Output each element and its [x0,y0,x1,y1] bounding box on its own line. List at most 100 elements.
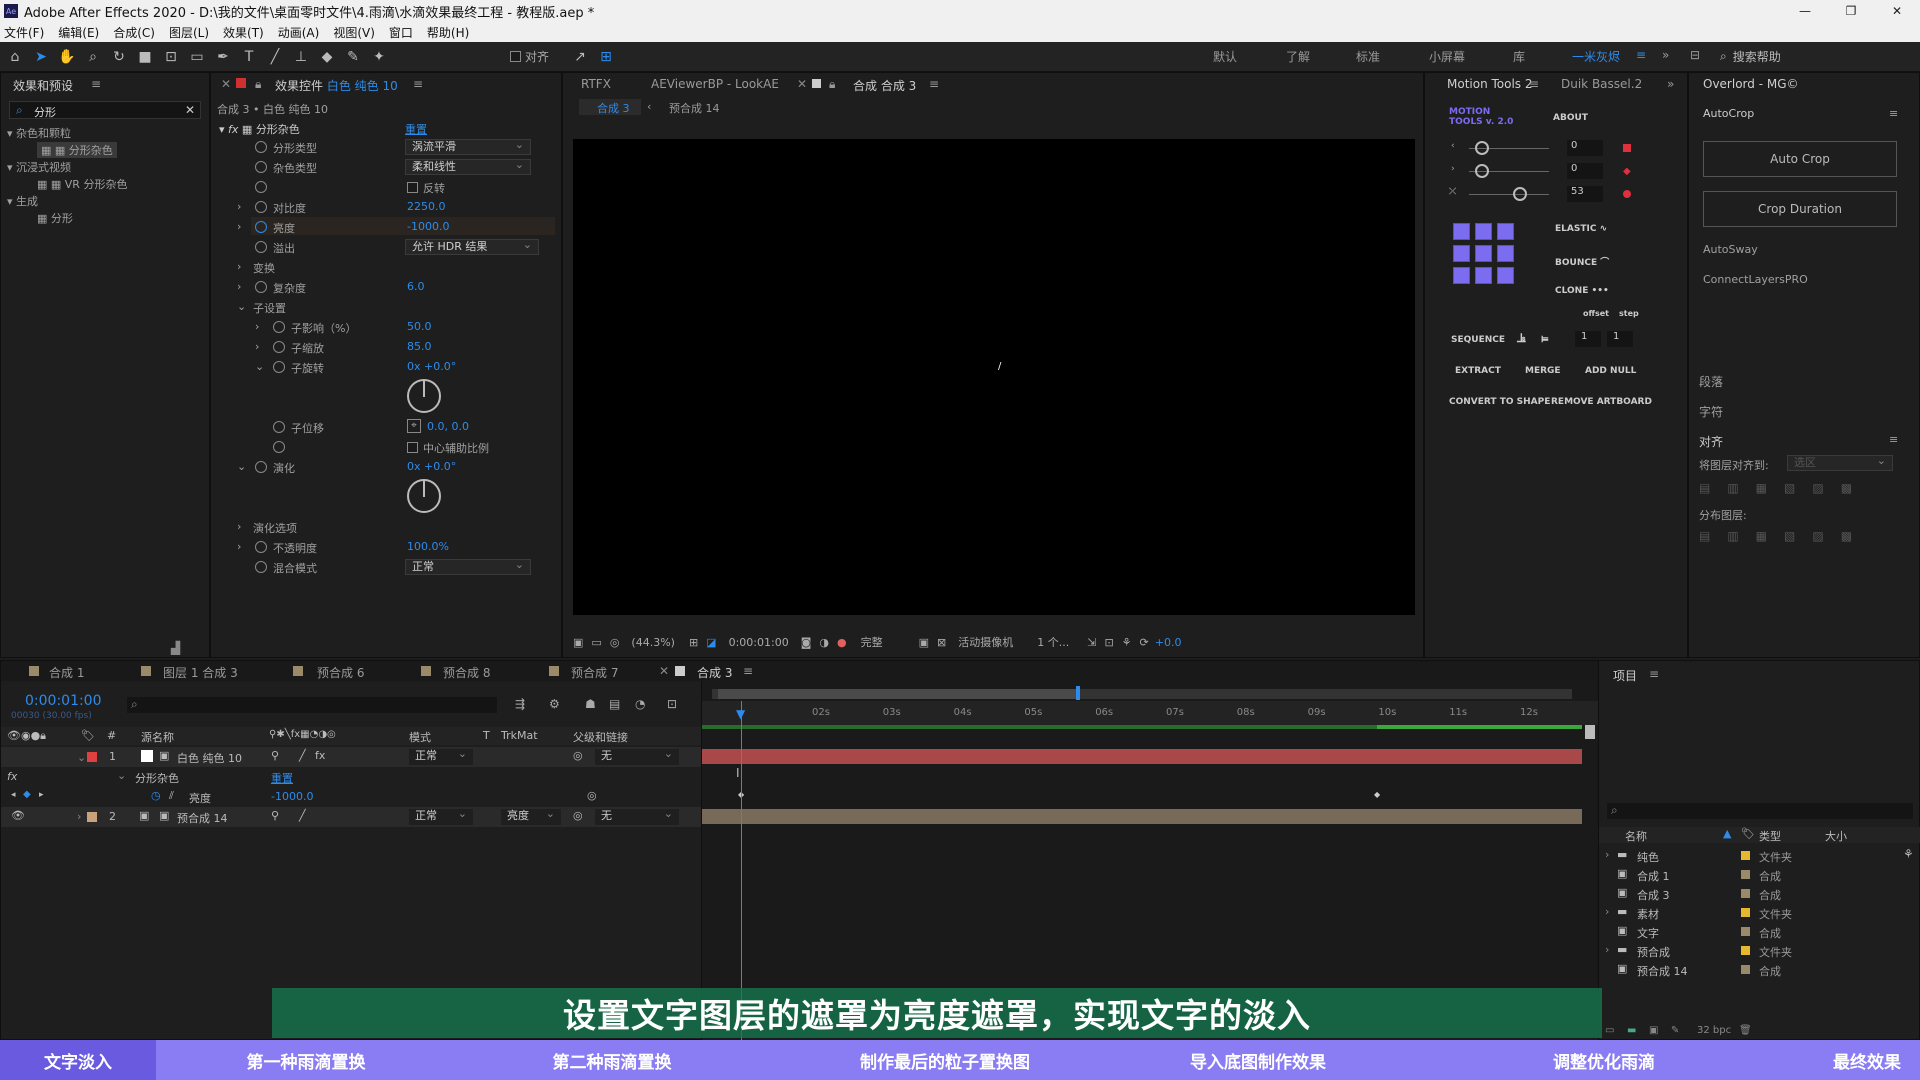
layer-row[interactable]: 👁︎ › 2 ▣ ▣ 预合成 14 ⚲ ╱ 正常 亮度 ◎ 无 [1,807,701,827]
fractal-type-dropdown[interactable]: 涡流平滑 [405,138,531,155]
workspace-standard[interactable]: 标准 [1356,48,1380,65]
tab-motion-tools[interactable]: Motion Tools 2 [1447,77,1533,91]
time-ruler[interactable]: 02s 03s 04s 05s 06s 07s 08s 09s 10s 11s 12s [702,701,1600,725]
comp-flowchart-icon[interactable]: ⚘ [1122,636,1132,649]
keyframe-diamond-icon[interactable]: ◆ [23,789,31,800]
stopwatch-active-icon[interactable]: ◷ [151,789,161,802]
sub-influence-value[interactable]: 50.0 [407,320,432,333]
layer-search-field[interactable]: ⌕ [127,697,497,713]
subtab-precomp14[interactable]: 预合成 14 [669,100,720,116]
stopwatch-icon[interactable] [255,181,267,193]
tree-category[interactable]: ▾ 杂色和颗粒 [7,125,71,141]
slider-handle[interactable] [1475,141,1489,155]
project-tab[interactable]: 项目 [1613,667,1637,684]
opacity-value[interactable]: 100.0% [407,540,449,553]
workspace-overflow-icon[interactable]: » [1662,48,1669,62]
tree-category[interactable]: ▾ 生成 [7,193,38,209]
align-checkbox[interactable] [510,51,521,62]
comp-mini-flowchart-icon[interactable]: ⇶ [515,697,525,711]
item-label-color[interactable] [1741,908,1750,917]
layer-name[interactable]: 白色 纯色 10 [177,750,242,766]
layer-row[interactable]: ⌄ 1 ▣ 白色 纯色 10 ⚲ ╱ fx 正常 ◎ 无 [1,747,701,767]
snap-icon[interactable]: ↗ [569,46,591,68]
rotate-tool-icon[interactable]: ↻ [108,46,130,68]
always-preview-icon[interactable]: ▣ [573,636,583,649]
quality-switch-icon[interactable]: ╱ [299,809,306,822]
draft-3d-icon[interactable]: ⚙ [549,697,560,711]
shy-icon[interactable]: ☗ [585,697,596,711]
workspace-custom[interactable]: 一米灰烬 [1572,48,1620,65]
expand-arrow-icon[interactable]: › [237,520,241,533]
project-search-field[interactable]: ⌕ [1607,803,1913,819]
project-item-row[interactable]: ▣ 合成 1 合成 [1599,866,1899,884]
maximize-button[interactable]: ❐ [1828,0,1874,22]
pickwhip-icon[interactable]: ◎ [573,749,583,762]
property-value[interactable]: -1000.0 [271,790,313,803]
tab-precomp6[interactable]: 预合成 6 [317,664,364,681]
pickwhip-icon[interactable]: ◎ [587,789,597,802]
menu-file[interactable]: 文件(F) [4,24,44,41]
project-folder-row[interactable]: › ▬ 预合成 文件夹 [1599,942,1899,960]
workspace-learn[interactable]: 了解 [1286,48,1310,65]
effect-name[interactable]: 分形杂色 [135,770,179,786]
sequence-align-right-icon[interactable]: ⫢ [1541,331,1548,346]
tab-duik[interactable]: Duik Bassel.2 [1561,77,1642,91]
frame-blending-icon[interactable]: ▤ [609,697,620,711]
motion-blur-icon[interactable]: ◔ [635,697,645,711]
lock-icon[interactable]: 🔒︎ [255,77,261,92]
stopwatch-icon[interactable] [255,201,267,213]
timeline-end-marker[interactable] [1585,725,1595,739]
reset-exposure-icon[interactable]: ⟳ [1140,636,1149,649]
collapse-arrow-icon[interactable]: ⌄ [77,751,86,764]
slider-value-input[interactable]: 53 [1567,186,1603,202]
trash-icon[interactable]: 🗑︎ [1739,1025,1752,1036]
tab-precomp7[interactable]: 预合成 7 [571,664,618,681]
shy-switch-icon[interactable]: ⚲ [271,749,279,762]
panel-menu-icon[interactable]: ≡ [743,664,753,678]
evolution-value[interactable]: 0x +0.0° [407,460,456,473]
menu-view[interactable]: 视图(V) [333,24,375,41]
zoom-tool-icon[interactable]: ⌕ [82,46,104,68]
panel-menu-icon[interactable]: ≡ [929,77,939,91]
panel-menu-icon[interactable]: ≡ [91,77,101,91]
sub-offset-value[interactable]: 0.0, 0.0 [427,420,469,433]
chapter-item[interactable]: 第二种雨滴置换 [456,1040,768,1080]
tab-precomp8[interactable]: 预合成 8 [443,664,490,681]
tree-item[interactable]: ▦ ▦ VR 分形杂色 [37,176,127,192]
pen-tool-icon[interactable]: ✒ [212,46,234,68]
transparency-grid-icon[interactable]: ◪ [706,636,716,649]
bpc-label[interactable]: 32 bpc [1697,1025,1731,1036]
size-header[interactable]: 大小 [1825,828,1847,844]
tab-overlord[interactable]: Overlord - MG© [1703,77,1799,91]
snap-options-icon[interactable]: ⊞ [595,46,617,68]
clear-search-icon[interactable]: ✕ [185,103,195,117]
close-tab-icon[interactable]: ✕ [797,77,807,91]
pickwhip-icon[interactable]: ◎ [573,809,583,822]
fx-switch-icon[interactable]: fx [315,749,325,762]
expand-arrow-icon[interactable]: › [237,260,241,273]
align-icons-row[interactable]: ▤▥▦▧▨▩ [1699,481,1869,495]
stopwatch-icon[interactable] [255,561,267,573]
noise-type-dropdown[interactable]: 柔和线性 [405,158,531,175]
flowchart-icon[interactable]: ⚘ [1903,847,1914,861]
camera-dropdown[interactable]: 活动摄像机 [958,634,1013,650]
stopwatch-icon[interactable] [255,281,267,293]
project-item-row[interactable]: ▣ 合成 3 合成 [1599,885,1899,903]
overflow-dropdown[interactable]: 允许 HDR 结果 [405,238,539,255]
timeline-toggle-icon[interactable]: ⊡ [1104,636,1113,649]
reset-link[interactable]: 重置 [405,121,427,137]
autosway-item[interactable]: AutoSway [1703,243,1758,256]
pan-behind-tool-icon[interactable]: ⊡ [160,46,182,68]
crosshair-icon[interactable]: ⌖ [407,419,421,433]
stopwatch-icon[interactable] [273,321,285,333]
stopwatch-icon[interactable] [273,421,285,433]
next-keyframe-icon[interactable]: ▸ [39,790,44,800]
close-tab-icon[interactable]: ✕ [221,77,231,91]
panel-menu-icon[interactable]: ≡ [1529,77,1539,91]
panel-menu-icon[interactable]: ≡ [413,77,423,91]
stopwatch-icon[interactable] [255,541,267,553]
layer-label-color[interactable] [87,752,97,762]
camera-tool-icon[interactable]: ■ [134,46,156,68]
anchor-cell[interactable] [1475,245,1492,262]
resolution-dropdown[interactable]: 完整 [861,634,883,650]
